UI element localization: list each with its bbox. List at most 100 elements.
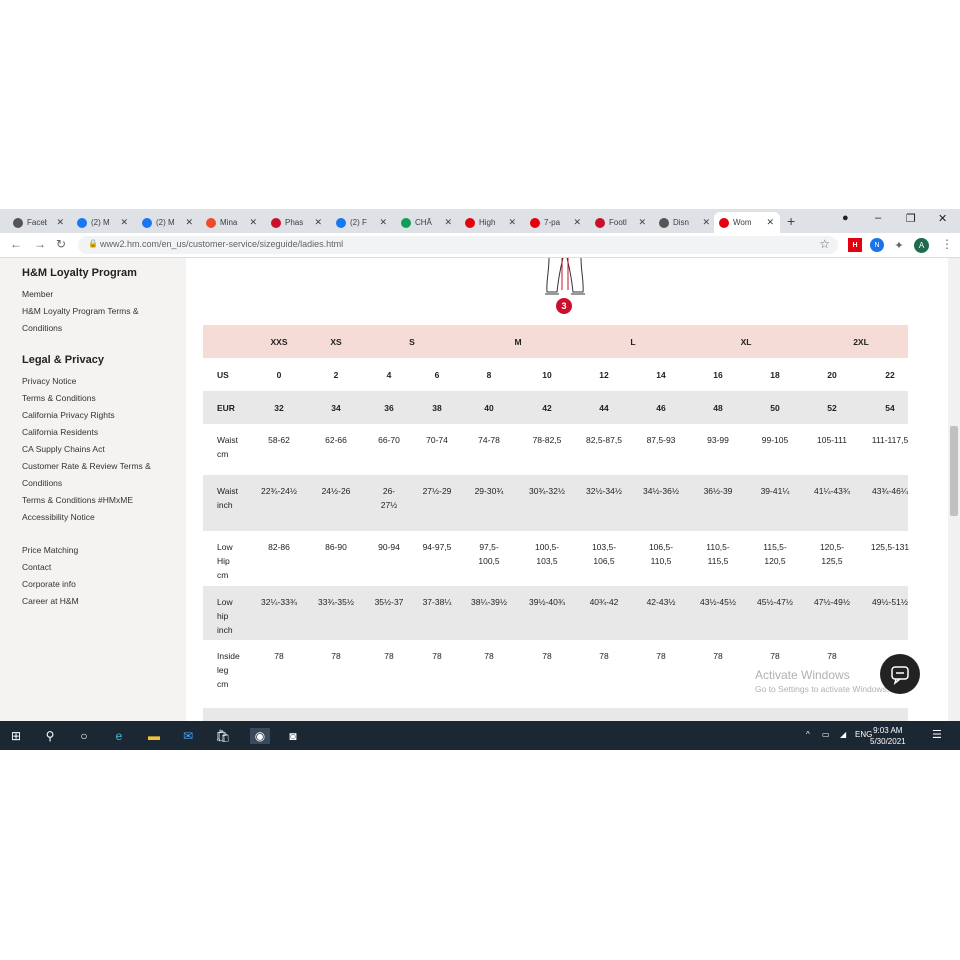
sidebar-link-hmxme-terms[interactable]: Terms & Conditions #HMxME (22, 492, 151, 509)
lock-icon[interactable]: 🔒 (88, 239, 98, 248)
sidebar-link-terms[interactable]: Terms & Conditions (22, 390, 151, 407)
browser-tab[interactable]: High ✕ (460, 212, 522, 233)
table-cell: 18 (770, 370, 780, 380)
table-cell: 22¾-24½ (261, 486, 297, 496)
profile-avatar[interactable]: A (914, 238, 929, 253)
browser-tab[interactable]: Mina ✕ (201, 212, 263, 233)
browser-tab[interactable]: Wom ✕ (714, 212, 780, 233)
table-cell: 6 (434, 370, 440, 380)
page-icon (659, 217, 669, 228)
cortana-icon[interactable]: ○ (76, 728, 92, 744)
new-tab-button[interactable]: + (787, 213, 795, 229)
chat-button[interactable] (880, 654, 920, 694)
table-cell: 78 (331, 651, 341, 661)
sidebar-link-privacy-notice[interactable]: Privacy Notice (22, 373, 151, 390)
row-label: Low hip inch (217, 595, 233, 637)
table-cell: 49½-51½ (872, 597, 908, 607)
puzzle-extensions-icon[interactable]: ✦ (892, 238, 906, 252)
table-cell: 82-86 (268, 542, 290, 552)
mail-icon[interactable]: ✉ (180, 728, 196, 744)
sidebar-link-ca-privacy[interactable]: California Privacy Rights (22, 407, 151, 424)
file-explorer-icon[interactable]: ▬ (146, 728, 162, 744)
row-label-line: cm (217, 449, 229, 459)
tab-title: Disn (673, 218, 690, 227)
tab-close-icon[interactable]: ✕ (379, 217, 387, 228)
browser-tab[interactable]: (2) F ✕ (331, 212, 393, 233)
puma-icon (271, 217, 281, 228)
table-cell: 42-43½ (646, 597, 676, 607)
table-cell: 70-74 (426, 435, 448, 445)
chrome-icon[interactable]: ◉ (250, 728, 270, 744)
sidebar-link-corporate-info[interactable]: Corporate info (22, 576, 79, 593)
search-icon[interactable]: ⚲ (42, 728, 58, 744)
sidebar-link-loyalty-terms-cont[interactable]: Conditions (22, 320, 139, 337)
tab-close-icon[interactable]: ✕ (249, 217, 257, 228)
sidebar-link-loyalty-terms[interactable]: H&M Loyalty Program Terms & (22, 303, 139, 320)
browser-tab[interactable]: (2) M ✕ (72, 212, 134, 233)
sidebar-link-review-terms[interactable]: Customer Rate & Review Terms & (22, 458, 151, 475)
tray-chevron-icon[interactable]: ^ (806, 730, 810, 739)
browser-tab[interactable]: Faceb ✕ (8, 212, 70, 233)
scrollbar-thumb[interactable] (950, 426, 958, 516)
table-cell: 42 (542, 403, 552, 413)
tab-title: (2) F (350, 218, 367, 227)
table-cell: 115,5- 120,5 (763, 542, 787, 566)
table-cell: 22 (885, 370, 895, 380)
tab-close-icon[interactable]: ✕ (508, 217, 516, 228)
app-badge-icon[interactable]: ◙ (285, 728, 301, 744)
row-label-line: Waist (217, 486, 238, 496)
loyalty-links: Member H&M Loyalty Program Terms & Condi… (22, 286, 139, 337)
system-clock[interactable]: 9:03 AM 5/30/2021 (870, 725, 906, 747)
browser-tab[interactable]: 7-pa ✕ (525, 212, 587, 233)
network-icon[interactable]: ◢ (840, 730, 846, 739)
tab-title: Mina (220, 218, 238, 227)
sidebar-link-career[interactable]: Career at H&M (22, 593, 79, 610)
tab-close-icon[interactable]: ✕ (638, 217, 646, 228)
url-text[interactable]: www2.hm.com/en_us/customer-service/sizeg… (100, 239, 343, 249)
restore-button[interactable]: ❐ (906, 212, 916, 225)
tab-close-icon[interactable]: ✕ (702, 217, 710, 228)
tab-close-icon[interactable]: ✕ (56, 217, 64, 228)
browser-tab[interactable]: CHẤ ✕ (396, 212, 458, 233)
browser-tab[interactable]: Footl ✕ (590, 212, 652, 233)
tab-close-icon[interactable]: ✕ (573, 217, 581, 228)
minimize-button[interactable]: – (875, 212, 881, 224)
battery-icon[interactable]: ▭ (822, 730, 830, 739)
page-scrollbar[interactable] (948, 258, 960, 721)
size-header-cell: XL (740, 337, 752, 347)
measure-number-badge: 3 (556, 298, 572, 314)
sidebar-link-member[interactable]: Member (22, 286, 139, 303)
tab-close-icon[interactable]: ✕ (120, 217, 128, 228)
windows-start-icon[interactable]: ⊞ (8, 728, 24, 744)
sidebar-link-price-matching[interactable]: Price Matching (22, 542, 79, 559)
extension-new-icon[interactable]: N (870, 238, 884, 252)
sidebar-link-accessibility[interactable]: Accessibility Notice (22, 509, 151, 526)
close-window-button[interactable]: ✕ (938, 212, 947, 225)
tab-close-icon[interactable]: ✕ (444, 217, 452, 228)
address-bar[interactable]: 🔒 www2.hm.com/en_us/customer-service/siz… (78, 236, 838, 254)
tab-close-icon[interactable]: ✕ (314, 217, 322, 228)
back-icon[interactable]: ← (10, 237, 22, 251)
sidebar-link-contact[interactable]: Contact (22, 559, 79, 576)
sidebar-link-supply-chains[interactable]: CA Supply Chains Act (22, 441, 151, 458)
table-cell: 24½-26 (321, 486, 351, 496)
reload-icon[interactable]: ↻ (56, 237, 66, 251)
table-cell: 78 (542, 651, 552, 661)
bookmark-star-icon[interactable]: ☆ (819, 237, 830, 251)
notification-icon[interactable]: ☰ (932, 728, 942, 741)
browser-tab[interactable]: (2) M ✕ (137, 212, 199, 233)
edge-icon[interactable]: e (111, 728, 127, 744)
tab-close-icon[interactable]: ✕ (766, 217, 774, 228)
tab-close-icon[interactable]: ✕ (185, 217, 193, 228)
sidebar-link-review-terms-cont[interactable]: Conditions (22, 475, 151, 492)
menu-kebab-icon[interactable]: ⋮ (941, 237, 953, 251)
table-cell: 37-38¼ (422, 597, 452, 607)
browser-tab[interactable]: Phas ✕ (266, 212, 328, 233)
forward-icon[interactable]: → (34, 237, 46, 251)
hm-extension-icon[interactable]: H (848, 238, 862, 252)
sidebar-link-ca-residents[interactable]: California Residents (22, 424, 151, 441)
profile-menu-icon[interactable]: ● (842, 212, 849, 224)
table-cell: 99-105 (761, 435, 789, 445)
browser-tab[interactable]: Disn ✕ (654, 212, 716, 233)
store-icon[interactable]: 🛍 (215, 728, 231, 744)
